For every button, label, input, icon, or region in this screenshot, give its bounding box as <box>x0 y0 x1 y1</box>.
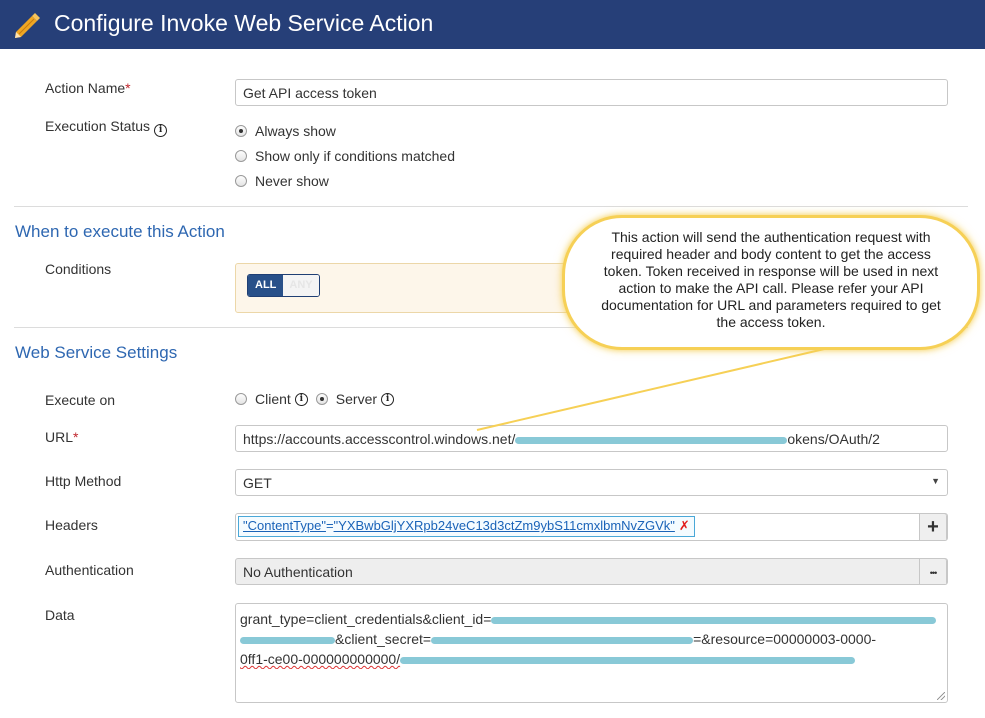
radio-client[interactable] <box>235 393 247 405</box>
pencil-icon <box>15 13 40 38</box>
client-label[interactable]: Client <box>255 391 291 407</box>
header-token[interactable]: "ContentType"="YXBwbGljYXRpb24veC13d3ctZ… <box>238 516 695 537</box>
toggle-any[interactable]: ANY <box>283 275 319 296</box>
url-input[interactable]: https://accounts.accesscontrol.windows.n… <box>235 425 948 452</box>
data-textarea[interactable]: grant_type=client_credentials&client_id=… <box>235 603 948 703</box>
radio-button[interactable] <box>235 150 247 162</box>
section-divider <box>14 206 968 207</box>
execute-on-group: Client i Server i <box>235 391 395 407</box>
conditions-label: Conditions <box>45 261 112 277</box>
more-icon: ••• <box>929 567 938 578</box>
redacted-text <box>491 616 937 624</box>
action-name-input[interactable]: Get API access token <box>235 79 948 106</box>
radio-never-show[interactable]: Never show <box>235 173 329 189</box>
http-method-select[interactable]: GET ▼ <box>235 469 948 496</box>
radio-button[interactable] <box>235 125 247 137</box>
execute-on-label: Execute on <box>45 392 116 408</box>
redacted-text <box>240 636 335 644</box>
server-label[interactable]: Server <box>336 391 377 407</box>
action-name-label: Action Name* <box>45 80 131 96</box>
window-title: Configure Invoke Web Service Action <box>54 10 434 36</box>
execution-status-label: Execution Status i <box>45 118 168 137</box>
all-any-toggle[interactable]: ALL ANY <box>247 274 320 297</box>
plus-icon: + <box>927 516 939 538</box>
when-section-title: When to execute this Action <box>15 222 225 241</box>
redacted-text <box>431 636 694 644</box>
authentication-options-button[interactable]: ••• <box>919 559 947 584</box>
remove-header-icon[interactable]: ✗ <box>679 518 690 533</box>
headers-input[interactable]: "ContentType"="YXBwbGljYXRpb24veC13d3ctZ… <box>235 513 948 541</box>
url-label: URL* <box>45 429 79 445</box>
authentication-input[interactable]: No Authentication ••• <box>235 558 948 585</box>
radio-always-show[interactable]: Always show <box>235 123 336 139</box>
toggle-all[interactable]: ALL <box>248 275 284 296</box>
dropdown-arrow-icon[interactable]: ▼ <box>931 476 940 486</box>
authentication-label: Authentication <box>45 562 134 578</box>
headers-label: Headers <box>45 517 98 533</box>
resize-grip-icon[interactable] <box>937 692 945 700</box>
info-icon[interactable]: i <box>294 392 308 406</box>
title-bar: Configure Invoke Web Service Action <box>0 0 985 49</box>
callout-tooltip: This action will send the authentication… <box>562 215 980 350</box>
radio-server[interactable] <box>315 393 328 405</box>
http-method-label: Http Method <box>45 473 122 489</box>
ws-section-title: Web Service Settings <box>15 343 178 362</box>
add-header-button[interactable]: + <box>919 514 947 540</box>
info-icon[interactable]: i <box>154 124 168 137</box>
data-label: Data <box>45 607 75 623</box>
redacted-text <box>400 656 856 664</box>
radio-show-if-matched[interactable]: Show only if conditions matched <box>235 148 455 164</box>
redacted-text <box>515 436 788 444</box>
info-icon[interactable]: i <box>381 392 395 406</box>
radio-button[interactable] <box>235 175 247 187</box>
callout-text: This action will send the authentication… <box>601 229 941 330</box>
